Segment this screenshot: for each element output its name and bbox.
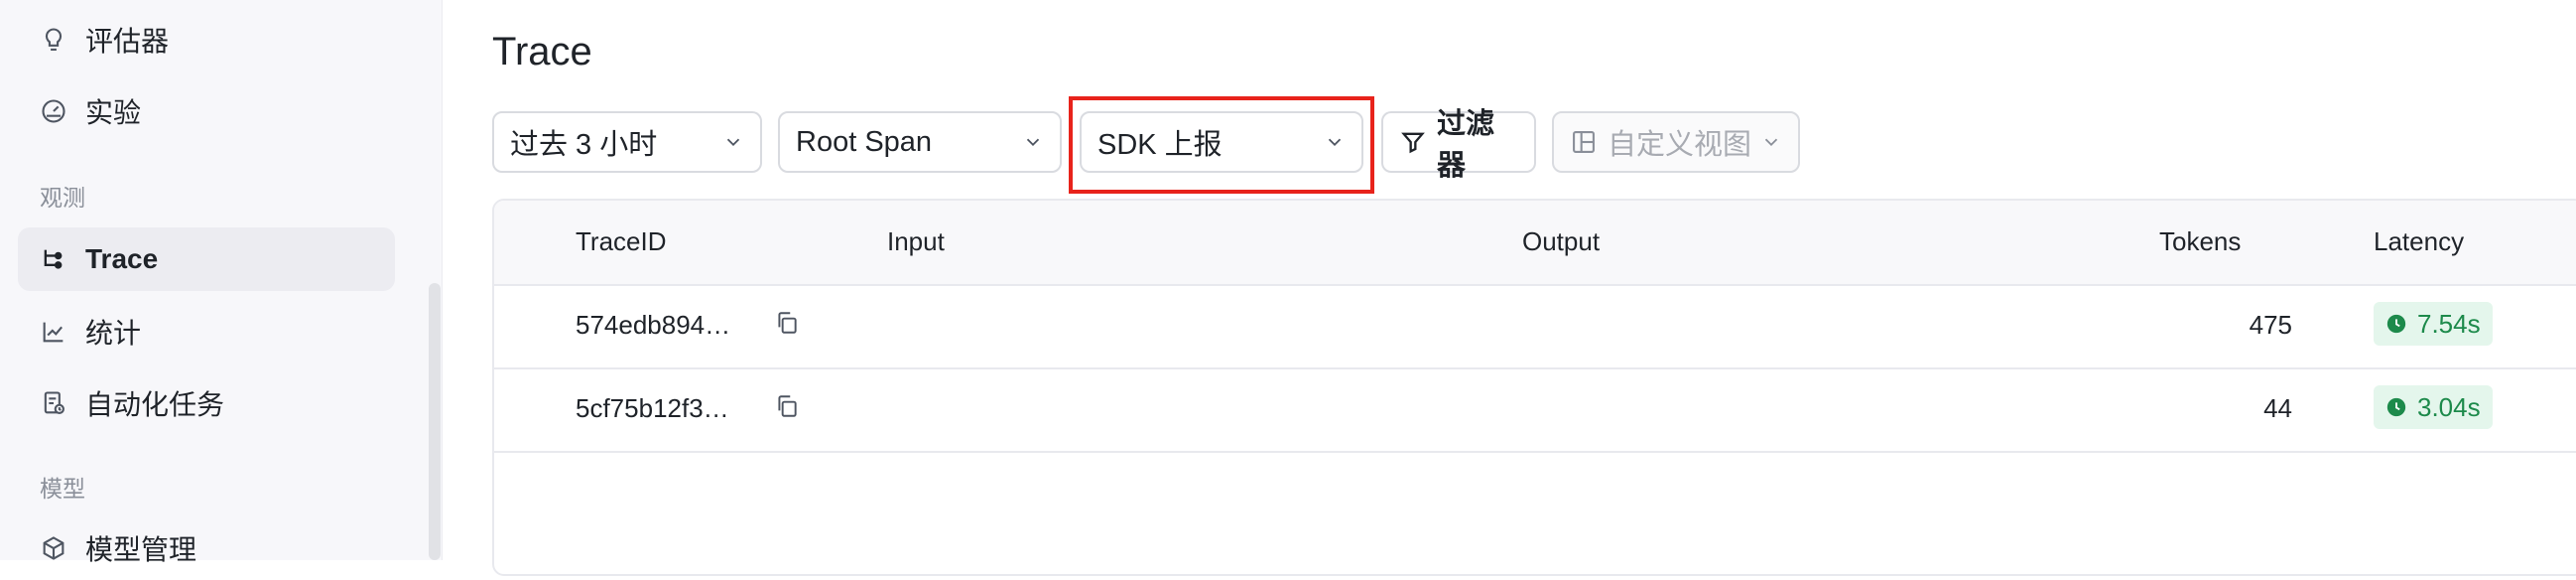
- task-icon: [40, 389, 67, 417]
- column-header-latency[interactable]: Latency: [2374, 226, 2464, 257]
- sidebar-item-label: 评估器: [85, 26, 170, 57]
- sidebar-item-label: 模型管理: [85, 534, 197, 565]
- column-header-output[interactable]: Output: [1522, 226, 1600, 257]
- sidebar: 评估器 实验 观测 Trace 统计 自动化任务 模型 模型管理: [0, 0, 443, 565]
- latency-badge: 3.04s: [2374, 385, 2493, 429]
- sidebar-item-label: 统计: [85, 318, 142, 349]
- copy-icon[interactable]: [774, 393, 800, 419]
- sidebar-item-experiment[interactable]: 实验: [18, 79, 395, 143]
- sidebar-item-label: 自动化任务: [85, 389, 225, 420]
- custom-view-placeholder: 自定义视图: [1608, 129, 1752, 161]
- sidebar-scrollbar[interactable]: [429, 283, 441, 560]
- tokens-value: 44: [2263, 393, 2292, 423]
- custom-view-select[interactable]: 自定义视图: [1552, 111, 1800, 173]
- sidebar-item-label: Trace: [85, 243, 159, 274]
- sidebar-item-label: 实验: [85, 97, 142, 128]
- sidebar-item-automation-task[interactable]: 自动化任务: [18, 371, 395, 435]
- trace-id: 5cf75b12f3…: [576, 393, 729, 423]
- chevron-down-icon: [1022, 131, 1044, 153]
- filter-button[interactable]: 过滤器: [1381, 108, 1536, 182]
- latency-value: 3.04s: [2417, 391, 2481, 422]
- trace-icon: [40, 245, 67, 273]
- table-row[interactable]: 574edb894… 475 7.54s: [494, 284, 2576, 369]
- column-header-input[interactable]: Input: [887, 226, 945, 257]
- chevron-down-icon: [1760, 131, 1782, 153]
- column-header-tokens[interactable]: Tokens: [2159, 226, 2241, 257]
- lightbulb-icon: [40, 26, 67, 54]
- sidebar-item-stats[interactable]: 统计: [18, 300, 395, 363]
- table-row[interactable]: 5cf75b12f3… 44 3.04s: [494, 367, 2576, 453]
- tokens-value: 475: [2249, 310, 2292, 340]
- clock-icon: [2385, 313, 2407, 335]
- sidebar-item-model-management[interactable]: 模型管理: [18, 516, 395, 580]
- gauge-icon: [40, 97, 67, 125]
- span-type-value: Root Span: [796, 125, 933, 158]
- cube-icon: [40, 534, 67, 562]
- sidebar-item-trace[interactable]: Trace: [18, 227, 395, 291]
- time-range-value: 过去 3 小时: [510, 129, 658, 161]
- layout-icon: [1570, 128, 1598, 156]
- time-range-select[interactable]: 过去 3 小时: [492, 111, 762, 173]
- clock-icon: [2385, 396, 2407, 418]
- span-type-select[interactable]: Root Span: [778, 111, 1062, 173]
- highlight-box: [1069, 96, 1374, 194]
- page-title: Trace: [492, 30, 592, 73]
- sidebar-group-model: 模型: [40, 476, 85, 502]
- sidebar-group-observe: 观测: [40, 185, 85, 211]
- copy-icon[interactable]: [774, 310, 800, 336]
- filter-label: 过滤器: [1437, 108, 1495, 182]
- trace-table: TraceID Input Output Tokens Latency 574e…: [492, 199, 2576, 576]
- chart-icon: [40, 318, 67, 346]
- filter-icon: [1399, 128, 1427, 156]
- latency-value: 7.54s: [2417, 308, 2481, 339]
- column-header-traceid[interactable]: TraceID: [576, 226, 667, 257]
- sidebar-item-evaluator[interactable]: 评估器: [18, 8, 395, 72]
- trace-id: 574edb894…: [576, 310, 731, 340]
- table-header: TraceID Input Output Tokens Latency: [494, 201, 2576, 286]
- latency-badge: 7.54s: [2374, 302, 2493, 346]
- chevron-down-icon: [722, 131, 744, 153]
